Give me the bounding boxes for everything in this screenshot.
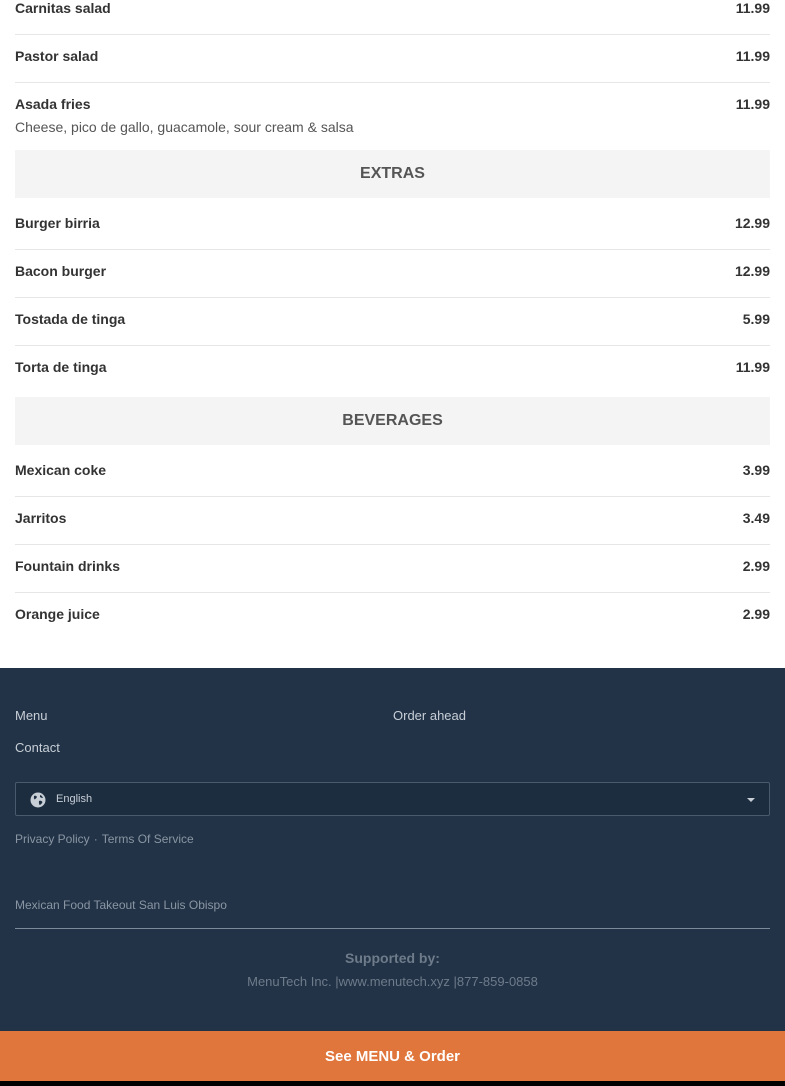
item-price: 3.99 xyxy=(742,462,770,478)
item-name: Carnitas salad xyxy=(15,0,111,16)
legal-separator: · xyxy=(93,832,98,846)
company-info: MenuTech Inc. |www.menutech.xyz |877-859… xyxy=(247,974,538,989)
divider xyxy=(15,544,770,545)
item-description: Cheese, pico de gallo, guacamole, sour c… xyxy=(15,119,354,135)
item-price: 2.99 xyxy=(742,558,770,574)
item-price: 11.99 xyxy=(735,0,770,16)
divider xyxy=(15,82,770,83)
supported-by-label: Supported by: xyxy=(345,950,440,966)
language-select[interactable]: English xyxy=(15,782,770,816)
item-name: Torta de tinga xyxy=(15,359,107,375)
divider xyxy=(15,345,770,346)
item-price: 11.99 xyxy=(735,48,770,64)
footer-link-menu[interactable]: Menu xyxy=(15,708,48,724)
divider xyxy=(15,249,770,250)
legal-links: Privacy Policy · Terms Of Service xyxy=(15,832,194,846)
item-name: Fountain drinks xyxy=(15,558,120,574)
section-header-extras: EXTRAS xyxy=(15,150,770,198)
divider xyxy=(15,34,770,35)
footer-divider xyxy=(15,928,770,929)
site-footer: Menu Order ahead Contact English Privacy… xyxy=(0,668,785,1031)
item-name: Bacon burger xyxy=(15,263,107,279)
chevron-down-icon xyxy=(747,798,755,802)
item-name: Asada fries xyxy=(15,96,91,112)
item-price: 11.99 xyxy=(735,359,770,375)
language-select-value: English xyxy=(56,793,93,805)
globe-icon xyxy=(30,792,46,808)
item-price: 11.99 xyxy=(735,96,770,112)
item-name: Mexican coke xyxy=(15,462,107,478)
item-price: 2.99 xyxy=(742,606,770,622)
footer-tagline: Mexican Food Takeout San Luis Obispo xyxy=(15,898,227,912)
footer-link-contact[interactable]: Contact xyxy=(15,740,60,756)
item-name: Burger birria xyxy=(15,215,100,231)
item-price: 12.99 xyxy=(734,263,770,279)
bottom-strip xyxy=(0,1081,785,1086)
terms-of-service-link[interactable]: Terms Of Service xyxy=(102,832,194,846)
item-price: 5.99 xyxy=(742,311,770,327)
item-price: 3.49 xyxy=(742,510,770,526)
privacy-policy-link[interactable]: Privacy Policy xyxy=(15,832,90,846)
item-price: 12.99 xyxy=(734,215,770,231)
footer-link-order-ahead[interactable]: Order ahead xyxy=(393,708,466,724)
item-name: Orange juice xyxy=(15,606,100,622)
item-name: Jarritos xyxy=(15,510,67,526)
item-name: Pastor salad xyxy=(15,48,99,64)
divider xyxy=(15,496,770,497)
section-header-beverages: BEVERAGES xyxy=(15,397,770,445)
divider xyxy=(15,297,770,298)
see-menu-order-button[interactable]: See MENU & Order xyxy=(0,1031,785,1081)
divider xyxy=(15,592,770,593)
item-name: Tostada de tinga xyxy=(15,311,126,327)
